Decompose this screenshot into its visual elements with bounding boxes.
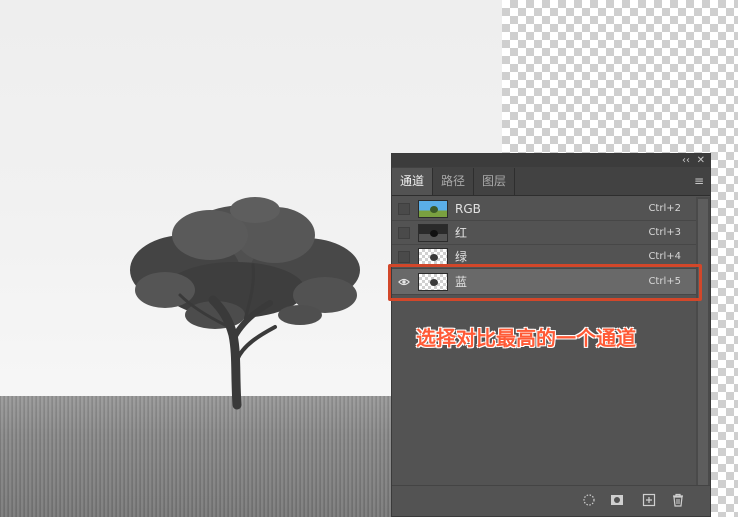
panel-title-strip: ‹‹ ✕ bbox=[392, 154, 710, 167]
hamburger-menu-icon[interactable]: ≡ bbox=[694, 175, 704, 187]
channel-thumbnail bbox=[418, 247, 448, 266]
channel-shortcut: Ctrl+3 bbox=[648, 227, 681, 238]
channel-shortcut: Ctrl+4 bbox=[648, 251, 681, 262]
tab-channels[interactable]: 通道 bbox=[392, 168, 434, 195]
panel-bottom-toolbar bbox=[392, 485, 710, 516]
channel-row-red[interactable]: 红 Ctrl+3 bbox=[392, 221, 697, 245]
panel-tabbar: 通道 路径 图层 ≡ bbox=[392, 167, 710, 196]
double-chevron-left-icon[interactable]: ‹‹ bbox=[682, 154, 690, 167]
save-selection-icon[interactable] bbox=[610, 493, 624, 507]
visibility-toggle[interactable] bbox=[398, 250, 410, 263]
channel-row-rgb[interactable]: RGB Ctrl+2 bbox=[392, 197, 697, 221]
new-channel-icon[interactable] bbox=[642, 493, 656, 507]
panel-scrollbar[interactable] bbox=[696, 197, 710, 486]
trash-icon[interactable] bbox=[671, 493, 685, 507]
tab-paths[interactable]: 路径 bbox=[433, 168, 475, 195]
channel-thumbnail bbox=[418, 223, 448, 242]
scrollbar-thumb[interactable] bbox=[698, 199, 708, 485]
load-selection-icon[interactable] bbox=[582, 493, 596, 507]
tab-layers[interactable]: 图层 bbox=[474, 168, 516, 195]
visibility-toggle[interactable] bbox=[398, 226, 410, 239]
close-icon[interactable]: ✕ bbox=[697, 154, 705, 167]
visibility-toggle[interactable] bbox=[398, 202, 410, 215]
channel-thumbnail bbox=[418, 199, 448, 218]
annotation-text: 选择对比最高的一个通道 bbox=[416, 326, 636, 350]
highlight-box bbox=[388, 264, 702, 301]
channel-shortcut: Ctrl+2 bbox=[648, 203, 681, 214]
tree-image bbox=[130, 197, 360, 410]
